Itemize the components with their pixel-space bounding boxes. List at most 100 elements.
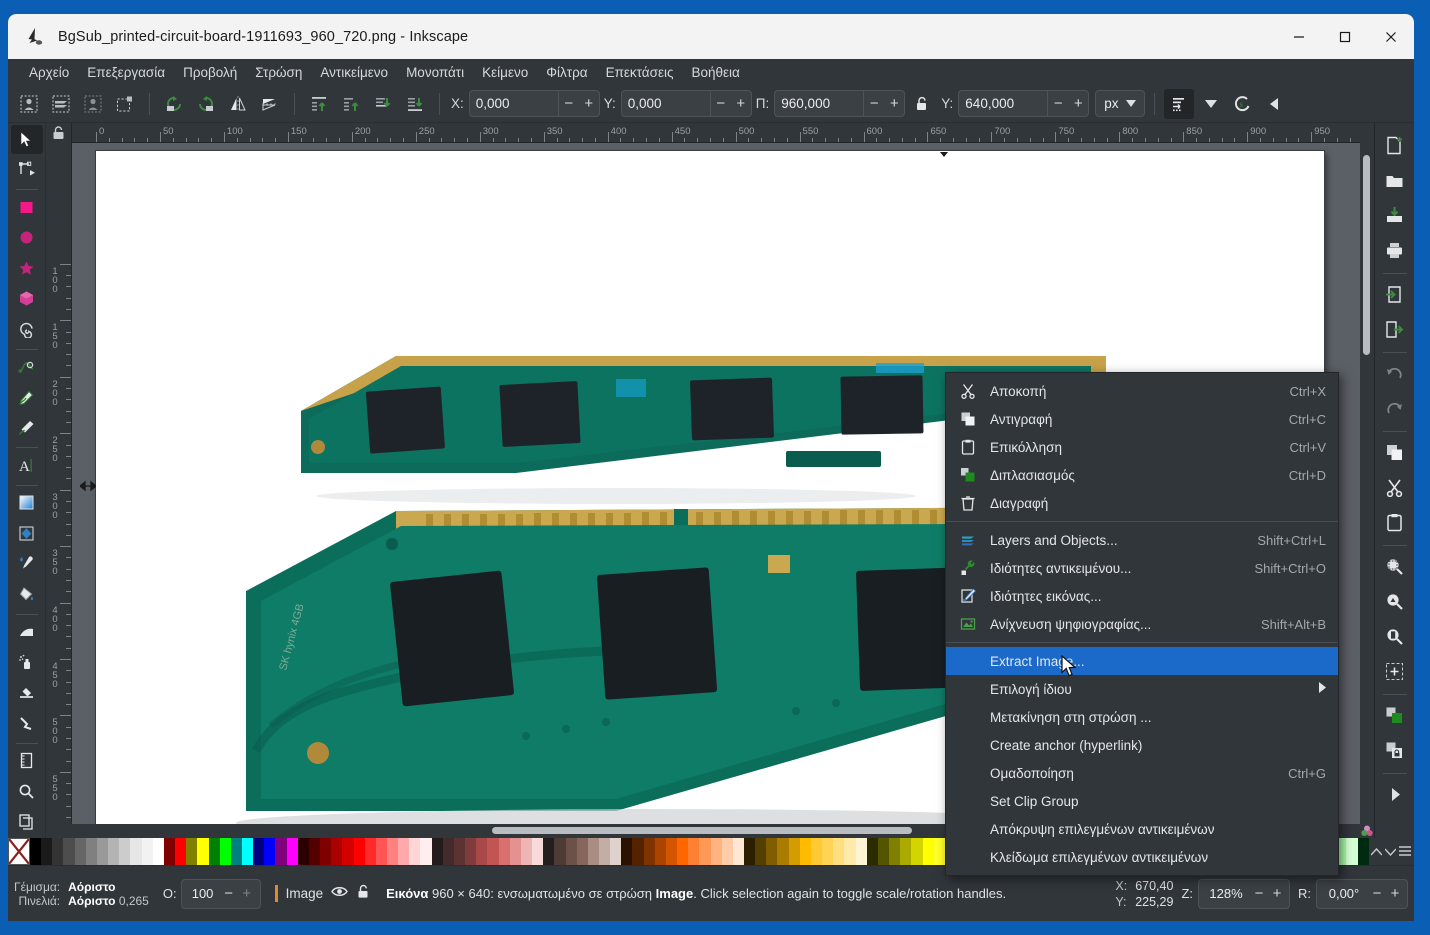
palette-swatch[interactable] [509, 838, 521, 865]
dock-redo[interactable] [1379, 392, 1411, 424]
dock-open[interactable] [1379, 164, 1411, 196]
y-decrement[interactable]: − [711, 91, 731, 116]
palette-swatch[interactable] [453, 838, 466, 865]
ctx-set-clip-group[interactable]: Set Clip Group [946, 787, 1338, 815]
palette-swatch[interactable] [554, 838, 566, 865]
y-field[interactable]: − + [620, 90, 752, 117]
palette-swatch[interactable] [576, 838, 588, 865]
flip-vertical-icon[interactable] [255, 89, 285, 119]
select-rect-icon[interactable] [110, 89, 140, 119]
close-button[interactable] [1368, 14, 1414, 59]
ctx-create-anchor[interactable]: Create anchor (hyperlink) [946, 731, 1338, 759]
palette-swatch[interactable] [911, 838, 923, 865]
tool-gradient[interactable] [11, 488, 43, 517]
rotation-decrement[interactable]: − [1368, 885, 1386, 902]
palette-swatch[interactable] [442, 838, 454, 865]
palette-swatch[interactable] [710, 838, 722, 865]
height-input[interactable] [959, 96, 1048, 111]
ctx-paste[interactable]: Επικόλληση Ctrl+V [946, 433, 1338, 461]
palette-swatch[interactable] [297, 838, 309, 865]
tool-pencil[interactable] [11, 383, 43, 412]
zoom-field[interactable]: 128% − + [1198, 878, 1290, 909]
palette-swatch[interactable] [621, 838, 633, 865]
palette-scroll-controls[interactable] [1368, 838, 1414, 865]
ctx-lock-selected[interactable]: Κλείδωμα επιλεγμένων αντικειμένων [946, 843, 1338, 871]
zoom-value[interactable]: 128% [1202, 886, 1250, 901]
palette-swatch[interactable] [755, 838, 767, 865]
y-increment[interactable]: + [731, 91, 751, 116]
dock-new[interactable] [1379, 129, 1411, 161]
ctx-extract-image[interactable]: Extract Image... [946, 647, 1338, 675]
palette-swatch[interactable] [799, 838, 811, 865]
menu-file[interactable]: Αρχείο [20, 62, 78, 83]
dock-undo[interactable] [1379, 357, 1411, 389]
palette-swatch[interactable] [476, 838, 488, 865]
palette-swatch[interactable] [152, 838, 164, 865]
palette-swatch[interactable] [643, 838, 655, 865]
layer-lock-icon[interactable] [356, 884, 370, 904]
ctx-duplicate[interactable]: Διπλασιασμός Ctrl+D [946, 461, 1338, 489]
menu-filters[interactable]: Φίλτρα [537, 62, 596, 83]
ctx-trace-bitmap[interactable]: Ανίχνευση ψηφιογραφίας... Shift+Alt+B [946, 610, 1338, 638]
tool-eraser[interactable] [11, 679, 43, 708]
dock-export[interactable] [1379, 313, 1411, 345]
palette-swatch[interactable] [498, 838, 510, 865]
tool-rectangle[interactable] [11, 193, 43, 222]
ctx-copy[interactable]: Αντιγραφή Ctrl+C [946, 405, 1338, 433]
vertical-scrollbar-thumb[interactable] [1363, 155, 1370, 355]
y-input[interactable] [621, 96, 710, 111]
affect-style-icon[interactable] [1163, 88, 1194, 119]
palette-swatch[interactable] [264, 838, 276, 865]
tool-spiral[interactable] [11, 315, 43, 344]
menu-help[interactable]: Βοήθεια [682, 62, 748, 83]
palette-swatch[interactable] [364, 838, 376, 865]
palette-swatch[interactable] [777, 838, 789, 865]
palette-swatch[interactable] [431, 838, 443, 865]
dock-group-select[interactable] [1379, 655, 1411, 687]
x-increment[interactable]: + [579, 91, 599, 116]
palette-swatch[interactable] [253, 838, 265, 865]
palette-swatch[interactable] [398, 838, 410, 865]
palette-swatch[interactable] [163, 838, 176, 865]
palette-swatch[interactable] [766, 838, 778, 865]
dock-duplicate[interactable] [1379, 699, 1411, 731]
palette-swatch[interactable] [487, 838, 499, 865]
palette-swatch[interactable] [587, 838, 599, 865]
palette-swatch[interactable] [543, 838, 555, 865]
tool-paintbucket[interactable] [11, 580, 43, 609]
zoom-decrement[interactable]: − [1250, 885, 1268, 902]
palette-swatch[interactable] [598, 838, 611, 865]
rotate-ccw-icon[interactable] [159, 89, 189, 119]
width-field[interactable]: − + [774, 90, 906, 117]
ctx-cut[interactable]: Αποκοπή Ctrl+X [946, 377, 1338, 405]
unit-selector[interactable]: px [1095, 90, 1145, 117]
tool-spray[interactable] [11, 648, 43, 677]
palette-swatch[interactable] [108, 838, 120, 865]
vertical-ruler[interactable]: 100 150 200 250 300 350 400 450 500 550 [46, 143, 72, 824]
palette-swatch[interactable] [353, 838, 365, 865]
tool-3dbox[interactable] [11, 285, 43, 314]
palette-swatch[interactable] [96, 838, 109, 865]
palette-swatch[interactable] [788, 838, 800, 865]
flip-horizontal-icon[interactable] [223, 89, 253, 119]
tool-connector[interactable] [11, 709, 43, 738]
palette-swatch[interactable] [855, 838, 867, 865]
palette-swatch[interactable] [119, 838, 131, 865]
palette-swatch[interactable] [565, 838, 577, 865]
collapse-panel-icon[interactable] [1260, 89, 1290, 119]
rotation-value[interactable]: 0,00° [1320, 886, 1368, 901]
menu-text[interactable]: Κείμενο [473, 62, 537, 83]
x-input[interactable] [469, 96, 558, 111]
menu-extensions[interactable]: Επεκτάσεις [597, 62, 683, 83]
tool-star[interactable] [11, 254, 43, 283]
layer-visibility-icon[interactable] [331, 885, 348, 903]
ctx-layers-and-objects[interactable]: Layers and Objects... Shift+Ctrl+L [946, 526, 1338, 554]
palette-swatch[interactable] [610, 838, 622, 865]
minimize-button[interactable] [1276, 14, 1322, 59]
height-field[interactable]: − + [958, 90, 1090, 117]
ctx-move-to-layer[interactable]: Μετακίνηση στη στρώση ... [946, 703, 1338, 731]
horizontal-ruler[interactable]: 0 50 100 150 200 250 300 350 400 450 500 550 600 650 7… [72, 123, 1360, 143]
ctx-group[interactable]: Ομαδοποίηση Ctrl+G [946, 759, 1338, 787]
menu-layer[interactable]: Στρώση [246, 62, 311, 83]
ctx-select-same[interactable]: Επιλογή ίδιου [946, 675, 1338, 703]
